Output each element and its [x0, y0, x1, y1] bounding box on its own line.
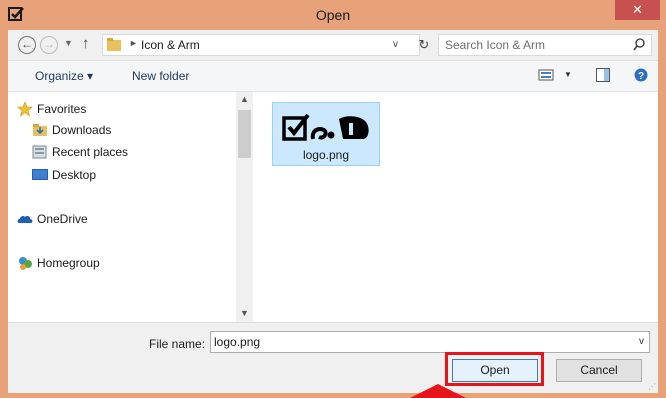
search-box[interactable]	[438, 34, 652, 56]
back-button[interactable]: ←	[18, 36, 36, 54]
up-button[interactable]: ↑	[82, 35, 90, 52]
downloads-folder-icon	[33, 124, 47, 136]
address-bar[interactable]: ► Icon & Arm v	[102, 34, 420, 56]
close-button[interactable]: ✕	[615, 0, 660, 20]
bottom-panel: File name: v Open Cancel ⋰	[8, 322, 658, 393]
search-icon[interactable]	[633, 38, 645, 52]
scroll-down-icon[interactable]: ▼	[240, 308, 249, 318]
file-name-label: File name:	[149, 337, 206, 351]
search-input[interactable]	[445, 37, 625, 53]
recent-places-icon	[32, 145, 47, 159]
scrollbar-thumb[interactable]	[238, 110, 251, 158]
desktop-icon	[32, 169, 48, 180]
file-name-combobox[interactable]: v	[210, 331, 650, 353]
title-bar[interactable]: Open ✕	[0, 0, 666, 30]
open-dialog: Open ✕ ← → ▼ ↑ ► Icon & Arm v ↻ Search I…	[0, 0, 666, 398]
file-name-input[interactable]	[214, 334, 614, 350]
preview-pane-icon[interactable]	[596, 68, 610, 82]
onedrive-icon	[17, 215, 33, 223]
file-name-label: logo.png	[302, 148, 350, 162]
chevron-down-icon[interactable]: v	[393, 39, 398, 50]
new-folder-button[interactable]: New folder	[132, 69, 189, 83]
file-item[interactable]: logo.png	[272, 102, 380, 166]
navigation-pane: Favorites Downloads Recent places Deskto…	[8, 92, 256, 322]
help-icon[interactable]: ?	[634, 68, 648, 82]
address-row: ← → ▼ ↑ ► Icon & Arm v ↻	[8, 30, 658, 61]
forward-button[interactable]: →	[40, 36, 58, 54]
highlight-box	[445, 352, 544, 386]
folder-icon	[107, 38, 121, 51]
star-icon	[17, 101, 33, 117]
organize-button[interactable]: Organize ▾	[35, 69, 93, 83]
view-icon[interactable]	[538, 68, 554, 82]
chevron-right-icon[interactable]: ►	[129, 38, 138, 48]
dialog-client-area: ← → ▼ ↑ ► Icon & Arm v ↻ Search Icon & A…	[8, 30, 658, 393]
svg-text:?: ?	[638, 71, 644, 82]
recent-locations-dropdown[interactable]: ▼	[64, 38, 73, 48]
navigation-scrollbar[interactable]: ▲ ▼	[236, 92, 253, 322]
chevron-down-icon[interactable]: v	[639, 336, 644, 347]
logo-thumbnail-icon	[282, 113, 369, 141]
address-path[interactable]: Icon & Arm	[141, 38, 200, 52]
red-arrow-icon	[410, 384, 466, 398]
refresh-button[interactable]: ↻	[414, 34, 434, 56]
file-list: logo.png	[258, 92, 658, 322]
command-bar: Organize ▾ New folder ▼ ?	[8, 61, 658, 92]
scroll-up-icon[interactable]: ▲	[240, 94, 249, 104]
view-options-dropdown[interactable]: ▼	[564, 70, 572, 79]
resize-grip-icon[interactable]: ⋰	[648, 382, 656, 391]
cancel-button[interactable]: Cancel	[556, 359, 642, 382]
window-title: Open	[315, 7, 351, 23]
homegroup-icon	[19, 257, 32, 270]
